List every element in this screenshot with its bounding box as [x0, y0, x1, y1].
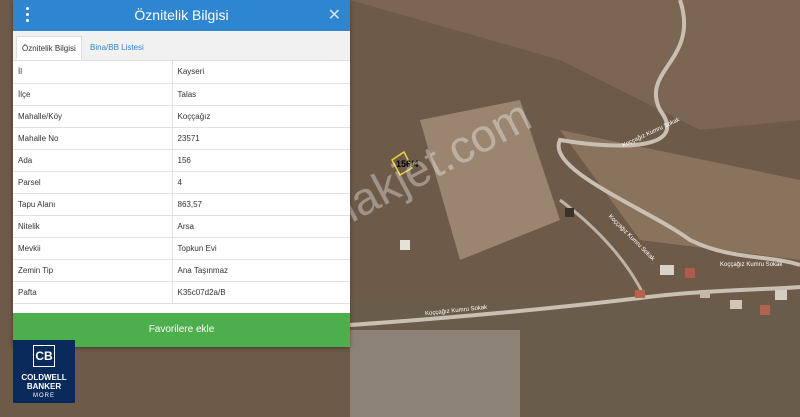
- row-value: Talas: [172, 83, 350, 106]
- row-key: Pafta: [13, 281, 173, 304]
- row-key: Mevkii: [13, 237, 173, 260]
- panel-header: Öznitelik Bilgisi ✕: [13, 0, 350, 31]
- row-value: K35c07d2a/B: [172, 281, 350, 304]
- table-row: Ada 156: [13, 149, 350, 172]
- table-row: Tapu Alanı 863,57: [13, 193, 350, 216]
- coldwell-banker-logo: CB COLDWELL BANKER MORE: [13, 340, 75, 403]
- table-row: Nitelik Arsa: [13, 215, 350, 238]
- logo-line-3: MORE: [33, 393, 55, 399]
- row-value: Koççağız: [172, 105, 350, 128]
- close-icon[interactable]: ✕: [328, 5, 341, 25]
- row-key: Mahalle No: [13, 127, 173, 150]
- table-row: Mevkii Topkun Evi: [13, 237, 350, 260]
- attribute-table: İl Kayseri İlçe Talas Mahalle/Köy Koççağız …: [13, 61, 350, 304]
- logo-line-1: COLDWELL: [21, 373, 67, 382]
- row-value: Arsa: [172, 215, 350, 238]
- row-key: Ada: [13, 149, 173, 172]
- table-row: Pafta K35c07d2a/B: [13, 281, 350, 304]
- table-row: İlçe Talas: [13, 83, 350, 106]
- table-row: İl Kayseri: [13, 61, 350, 84]
- row-key: İlçe: [13, 83, 173, 106]
- attribute-panel: Öznitelik Bilgisi ✕ Öznitelik Bilgisi Bi…: [13, 0, 350, 347]
- row-key: Mahalle/Köy: [13, 105, 173, 128]
- row-key: Nitelik: [13, 215, 173, 238]
- tab-attribute-info[interactable]: Öznitelik Bilgisi: [16, 36, 82, 60]
- table-row: Parsel 4: [13, 171, 350, 194]
- row-value: 863,57: [172, 193, 350, 216]
- row-key: Parsel: [13, 171, 173, 194]
- row-value: Ana Taşınmaz: [172, 259, 350, 282]
- logo-mark: CB: [33, 345, 55, 367]
- row-value: 4: [172, 171, 350, 194]
- table-row: Mahalle/Köy Koççağız: [13, 105, 350, 128]
- table-row: Zemin Tip Ana Taşınmaz: [13, 259, 350, 282]
- row-value: 23571: [172, 127, 350, 150]
- panel-title: Öznitelik Bilgisi: [134, 7, 229, 23]
- table-row: Mahalle No 23571: [13, 127, 350, 150]
- logo-line-2: BANKER: [26, 382, 62, 391]
- row-key: Tapu Alanı: [13, 193, 173, 216]
- panel-tabs: Öznitelik Bilgisi Bina/BB Listesi: [13, 31, 350, 61]
- tab-building-list[interactable]: Bina/BB Listesi: [85, 36, 149, 60]
- row-key: İl: [13, 61, 173, 84]
- row-value: Kayseri: [172, 61, 350, 84]
- row-key: Zemin Tip: [13, 259, 173, 282]
- road-label: Koççağız Kumru Sokak: [720, 262, 783, 268]
- row-value: Topkun Evi: [172, 237, 350, 260]
- row-value: 156: [172, 149, 350, 172]
